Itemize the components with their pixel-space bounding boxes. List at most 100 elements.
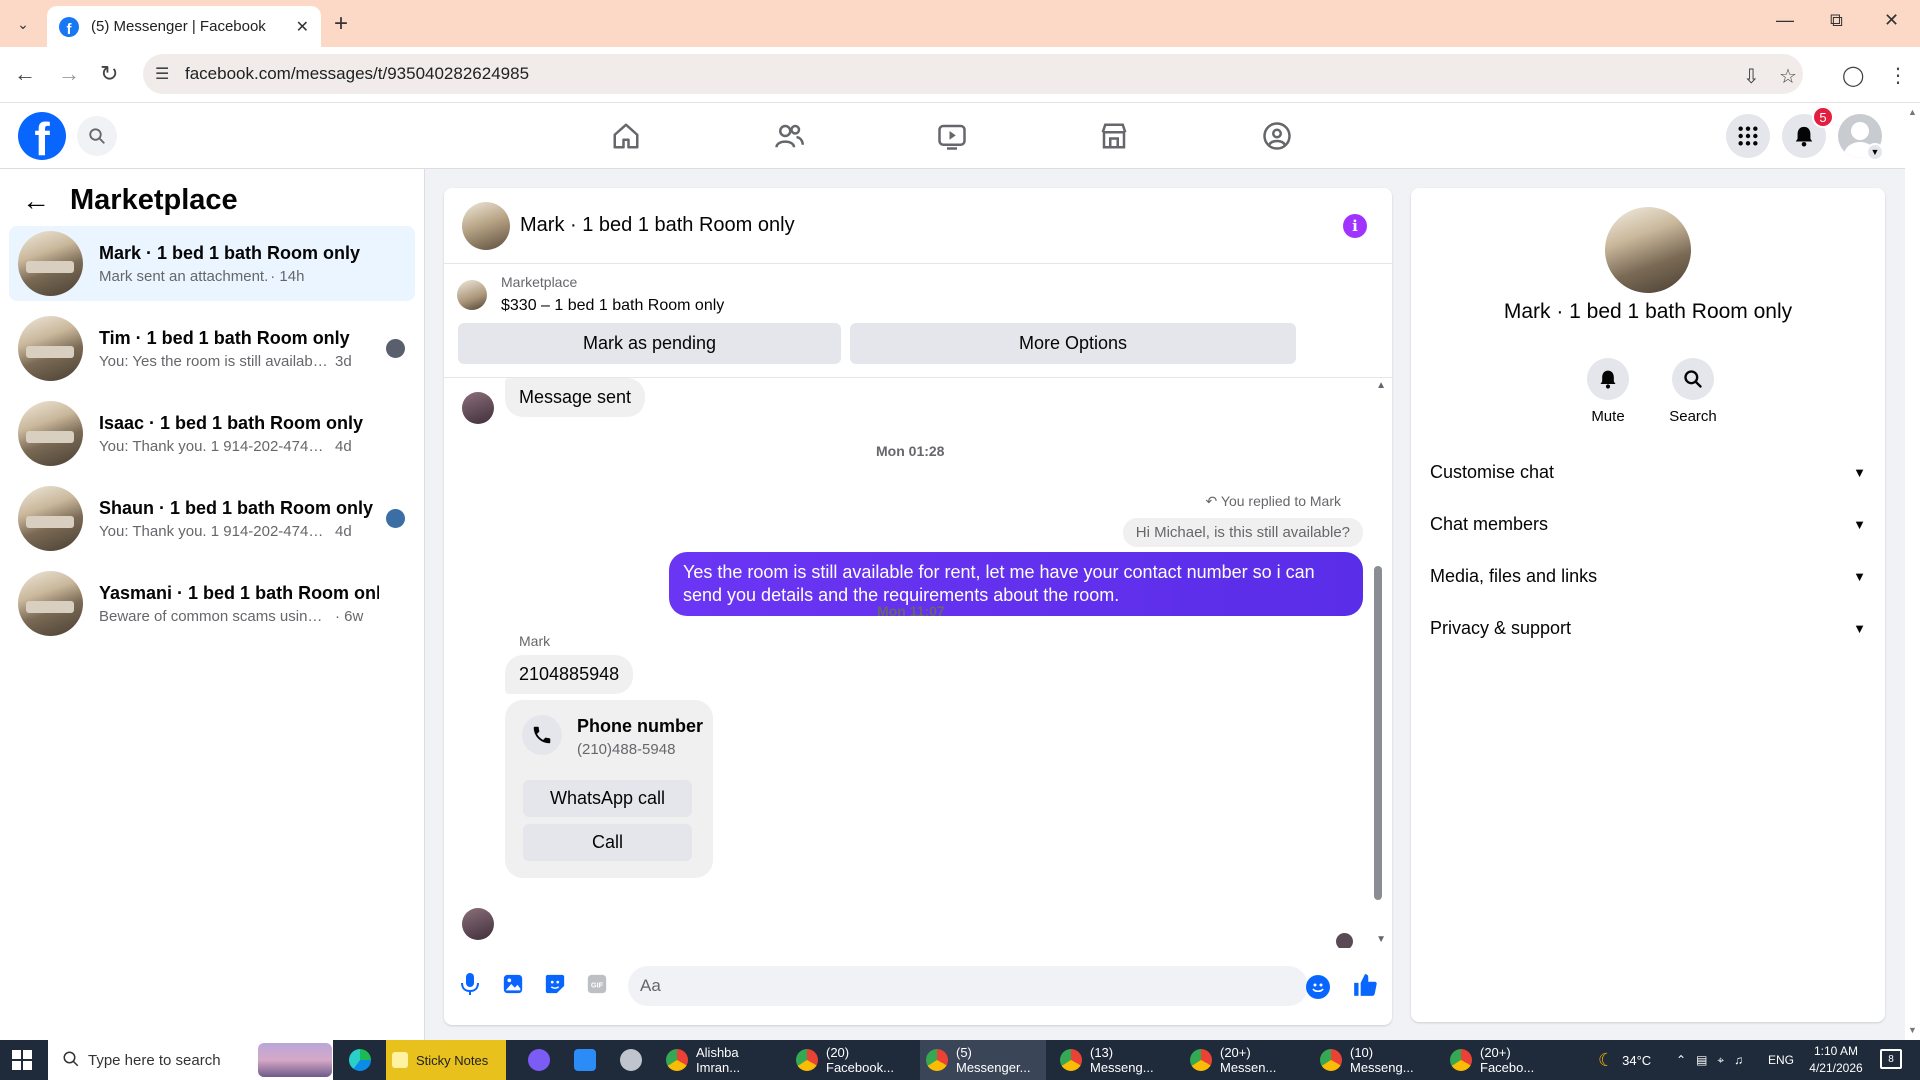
like-thumb-icon[interactable] [1350,970,1380,1000]
marketplace-label: Marketplace [501,274,578,290]
browser-tab-messenger[interactable]: f (5) Messenger | Facebook ✕ [47,6,321,47]
conversation-item-shaun[interactable]: Shaun · 1 bed 1 bath Room only You: Than… [9,481,415,556]
listing-thumbnail[interactable] [457,280,487,310]
more-options-button[interactable]: More Options [850,323,1296,364]
taskbar-app-chrome-6[interactable]: (10) Messeng... [1314,1040,1436,1080]
conversation-item-tim[interactable]: Tim · 1 bed 1 bath Room only You: Yes th… [9,311,415,386]
notification-center-icon[interactable]: 8 [1880,1049,1902,1069]
tab-search-icon[interactable]: ⌄ [10,11,36,37]
taskbar-clock[interactable]: 1:10 AM 4/21/2026 [1800,1043,1872,1077]
back-arrow-icon[interactable]: ← [22,185,50,217]
weather-widget[interactable]: ☾ 34°C [1598,1040,1651,1080]
sticker-icon[interactable] [541,970,569,998]
clock-time: 1:10 AM [1813,1044,1859,1058]
emoji-icon[interactable] [1306,975,1330,999]
volume-icon: ♫ [1734,1053,1744,1067]
photo-icon[interactable] [499,970,527,998]
section-label: Media, files and links [1430,565,1598,586]
language-indicator[interactable]: ENG [1768,1040,1794,1080]
home-icon[interactable] [609,119,643,153]
details-avatar[interactable] [1605,207,1691,293]
listing-thumbnail [18,486,83,551]
taskbar-app-chrome-2[interactable]: (20) Facebook... [790,1040,912,1080]
tab-close-icon[interactable]: ✕ [296,17,309,37]
notification-badge: 5 [1812,106,1834,128]
taskbar-app-chrome-7[interactable]: (20+) Facebo... [1444,1040,1566,1080]
windows-start-icon[interactable] [12,1050,32,1070]
chrome-icon [926,1049,948,1071]
page-scroll-down-icon[interactable]: ▼ [1908,1025,1917,1035]
listing-thumbnail [18,401,83,466]
back-icon[interactable]: ← [14,61,36,87]
tab-title: (5) Messenger | Facebook [91,18,266,35]
weather-temp: 34°C [1622,1052,1652,1068]
media-files-links-section[interactable]: Media, files and links ▼ [1430,552,1866,600]
taskbar-app-chrome-3[interactable]: (5) Messenger... [920,1040,1046,1080]
site-info-icon[interactable]: ☰ [155,64,169,84]
call-button[interactable]: Call [523,824,692,861]
chrome-menu-icon[interactable]: ⋮ [1888,63,1908,88]
chat-avatar[interactable] [462,201,510,250]
conversation-item-yasmani[interactable]: Yasmani · 1 bed 1 bath Room only Beware … [9,566,415,641]
conversation-item-isaac[interactable]: Isaac · 1 bed 1 bath Room only You: Than… [9,396,415,471]
gif-icon[interactable]: GIF [583,970,611,998]
mute-button[interactable]: Mute [1568,358,1648,425]
message-input[interactable] [628,966,1308,1006]
svg-text:GIF: GIF [591,981,604,990]
sender-avatar [462,908,494,940]
listing-thumbnail [18,316,83,381]
quoted-message[interactable]: Hi Michael, is this still available? [1122,518,1363,547]
customise-chat-section[interactable]: Customise chat ▼ [1430,448,1866,496]
facebook-search-button[interactable] [77,116,117,156]
facebook-logo-icon[interactable]: f [18,112,66,160]
chat-members-section[interactable]: Chat members ▼ [1430,500,1866,548]
mute-label: Mute [1591,408,1625,425]
search-in-chat-button[interactable]: Search [1653,358,1733,425]
bookmark-star-icon[interactable]: ☆ [1779,64,1797,89]
chrome-icon [1190,1049,1212,1071]
chat-header: Mark · 1 bed 1 bath Room only i [444,188,1392,264]
privacy-support-section[interactable]: Privacy & support ▼ [1430,604,1866,652]
taskbar-app-label: Alishba Imran... [696,1045,741,1075]
section-label: Customise chat [1430,461,1555,482]
account-chevron-down-icon[interactable]: ▼ [1866,143,1884,161]
browser-tab-bar: ⌄ f (5) Messenger | Facebook ✕ + — ⧉ ✕ [0,0,1920,47]
taskbar-app-chrome-4[interactable]: (13) Messeng... [1054,1040,1176,1080]
gaming-icon[interactable] [1260,119,1294,153]
forward-icon[interactable]: → [58,61,80,87]
restore-icon[interactable]: ⧉ [1830,10,1843,31]
window-close-icon[interactable]: ✕ [1884,10,1899,31]
page-scroll-up-icon[interactable]: ▲ [1908,107,1917,117]
address-bar[interactable]: ☰ facebook.com/messages/t/93504028262498… [143,54,1803,94]
security-app-icon[interactable] [574,1049,596,1071]
microphone-icon[interactable] [456,970,484,998]
paint-app-icon[interactable] [620,1049,642,1071]
video-icon[interactable] [935,119,969,153]
chat-title[interactable]: Mark · 1 bed 1 bath Room only [520,214,795,237]
page-scrollbar[interactable]: ▲ ▼ [1905,103,1920,1040]
listing-price-title[interactable]: $330 – 1 bed 1 bath Room only [501,297,724,315]
marketplace-icon[interactable] [1097,119,1131,153]
new-tab-icon[interactable]: + [334,10,348,38]
conversation-item-mark[interactable]: Mark · 1 bed 1 bath Room only Mark sent … [9,226,415,301]
friends-icon[interactable] [772,119,806,153]
install-app-icon[interactable]: ⇩ [1743,64,1760,89]
mark-as-pending-button[interactable]: Mark as pending [458,323,841,364]
menu-grid-button[interactable] [1726,114,1770,158]
whatsapp-call-button[interactable]: WhatsApp call [523,780,692,817]
taskbar-app-chrome-5[interactable]: (20+) Messen... [1184,1040,1306,1080]
edge-icon[interactable] [349,1049,371,1071]
taskbar-app-chrome-1[interactable]: Alishba Imran... [660,1040,782,1080]
chrome-icon [666,1049,688,1071]
info-icon[interactable]: i [1343,214,1367,238]
reload-icon[interactable]: ↻ [100,61,118,87]
scroll-up-arrow-icon[interactable]: ▲ [1376,380,1386,391]
scroll-down-arrow-icon[interactable]: ▼ [1376,934,1386,945]
minimize-icon[interactable]: — [1776,10,1794,31]
profile-icon[interactable]: ◯ [1842,63,1864,88]
taskbar-app-sticky-notes[interactable]: Sticky Notes [386,1040,506,1080]
tray-icons[interactable]: ⌃ ▤ ⌖ ♫ [1676,1040,1743,1080]
message-scrollbar-thumb[interactable] [1374,566,1382,900]
firefox-icon[interactable] [528,1049,550,1071]
reply-label: You replied to Mark [1220,493,1341,509]
